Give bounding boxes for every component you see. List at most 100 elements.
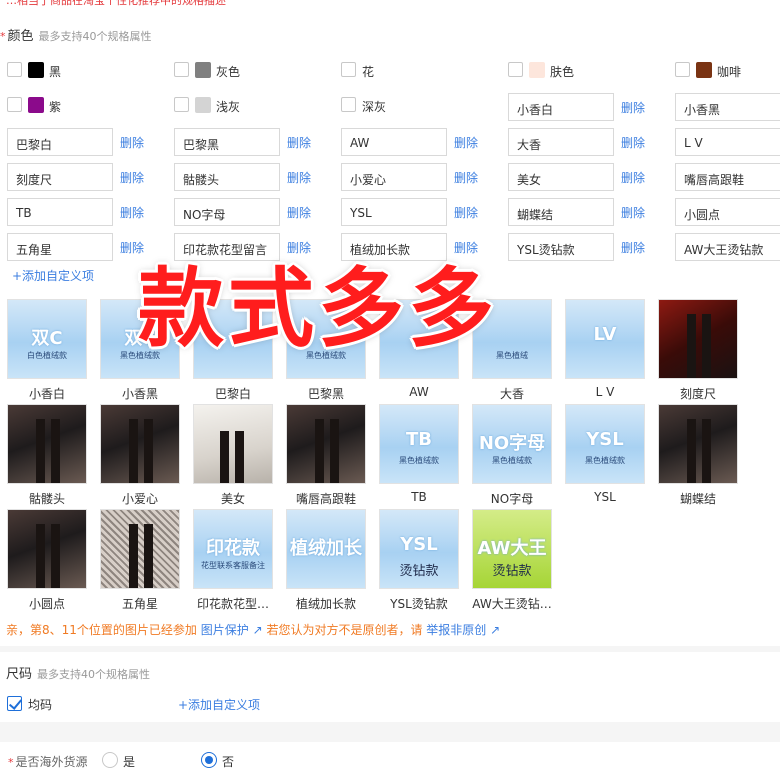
thumb-caption: AW	[409, 385, 429, 399]
delete-link[interactable]: 删除	[621, 204, 645, 221]
stocking-legs-graphic	[129, 524, 153, 588]
delete-link[interactable]: 删除	[621, 99, 645, 116]
custom-color-input[interactable]: TB	[7, 198, 113, 226]
delete-link[interactable]: 删除	[621, 134, 645, 151]
color-checkbox[interactable]	[675, 62, 690, 77]
size-section-title: 尺码 最多支持40个规格属性	[6, 663, 150, 682]
top-hint-text: …相当于商品在淘宝个性化推荐中的规格描述	[6, 0, 226, 7]
custom-color-input[interactable]: 刻度尺	[7, 163, 113, 191]
thumb-subtitle-text: 烫钻款	[399, 564, 439, 579]
color-swatch	[195, 62, 211, 78]
delete-link[interactable]: 删除	[287, 134, 311, 151]
color-image-thumb[interactable]	[7, 509, 87, 589]
thumb-caption: 巴黎黑	[307, 387, 344, 401]
custom-color-input[interactable]: YSL	[341, 198, 447, 226]
image-protection-link[interactable]: 图片保护 ↗	[201, 623, 263, 637]
custom-color-input[interactable]: 大香	[508, 128, 614, 156]
color-checkbox[interactable]	[7, 62, 22, 77]
thumb-title-text: AW大王	[477, 538, 547, 559]
delete-link[interactable]: 删除	[454, 239, 478, 256]
required-star: *	[0, 30, 6, 43]
color-checkbox[interactable]	[7, 97, 22, 112]
custom-color-input[interactable]: 美女	[508, 163, 614, 191]
color-label: 花	[362, 65, 375, 79]
size-section-name: 尺码	[6, 667, 33, 682]
delete-link[interactable]: 删除	[454, 169, 478, 186]
delete-link[interactable]: 删除	[621, 169, 645, 186]
delete-link[interactable]: 删除	[120, 134, 144, 151]
color-image-thumb[interactable]	[286, 404, 366, 484]
custom-color-input[interactable]: 嘴唇高跟鞋	[675, 163, 780, 191]
custom-color-input[interactable]: 小圆点	[675, 198, 780, 226]
color-image-thumb[interactable]	[658, 299, 738, 379]
custom-color-input[interactable]: 小香黑	[675, 93, 780, 121]
color-label: 咖啡	[717, 65, 742, 79]
color-image-thumb[interactable]: 双C 白色植绒款	[7, 299, 87, 379]
delete-link[interactable]: 删除	[120, 169, 144, 186]
color-checkbox[interactable]	[174, 62, 189, 77]
color-image-thumb[interactable]: NO字母 黑色植绒款	[472, 404, 552, 484]
color-image-thumb[interactable]: YSL 烫钻款	[379, 509, 459, 589]
color-checkbox[interactable]	[341, 97, 356, 112]
overseas-yes-label: 是	[123, 755, 136, 769]
custom-color-input[interactable]: 小香白	[508, 93, 614, 121]
color-image-thumb[interactable]: TB 黑色植绒款	[379, 404, 459, 484]
color-image-thumb[interactable]	[658, 404, 738, 484]
add-custom-color-link[interactable]: +添加自定义项	[12, 267, 94, 284]
custom-color-input[interactable]: 巴黎白	[7, 128, 113, 156]
thumb-caption: NO字母	[490, 492, 534, 506]
delete-link[interactable]: 删除	[120, 204, 144, 221]
thumb-caption: TB	[411, 490, 427, 504]
delete-link[interactable]: 删除	[454, 134, 478, 151]
overseas-no-radio[interactable]	[201, 752, 217, 768]
custom-color-input[interactable]: 蝴蝶结	[508, 198, 614, 226]
add-custom-size-link[interactable]: +添加自定义项	[178, 696, 260, 713]
color-image-thumb[interactable]: LV	[565, 299, 645, 379]
custom-color-input[interactable]: 印花款花型留言	[174, 233, 280, 261]
delete-link[interactable]: 删除	[287, 204, 311, 221]
custom-color-input[interactable]: 巴黎黑	[174, 128, 280, 156]
thumb-caption: 五角星	[121, 597, 158, 611]
custom-color-input[interactable]: YSL烫钻款	[508, 233, 614, 261]
overseas-source-label: * 是否海外货源	[8, 755, 88, 769]
delete-link[interactable]: 删除	[621, 239, 645, 256]
color-image-thumb[interactable]: YSL 黑色植绒款	[565, 404, 645, 484]
thumb-caption: L V	[595, 385, 615, 399]
thumb-caption: YSL	[594, 490, 616, 504]
color-image-thumb[interactable]	[100, 509, 180, 589]
color-image-thumb[interactable]: 印花款 花型联系客服备注	[193, 509, 273, 589]
delete-link[interactable]: 删除	[287, 169, 311, 186]
delete-link[interactable]: 删除	[287, 239, 311, 256]
color-image-thumb[interactable]	[193, 404, 273, 484]
color-image-thumb[interactable]: AW大王 烫钻款	[472, 509, 552, 589]
custom-color-input[interactable]: 骷髅头	[174, 163, 280, 191]
thumb-caption: 嘴唇高跟鞋	[295, 492, 356, 506]
color-label: 灰色	[216, 65, 241, 79]
color-checkbox[interactable]	[174, 97, 189, 112]
thumb-title-text: YSL	[586, 429, 624, 450]
custom-color-input[interactable]: L V	[675, 128, 780, 156]
delete-link[interactable]: 删除	[454, 204, 478, 221]
thumb-caption: 蝴蝶结	[679, 492, 716, 506]
report-non-original-link[interactable]: 举报非原创 ↗	[426, 623, 500, 637]
color-checkbox[interactable]	[508, 62, 523, 77]
overseas-yes-radio[interactable]	[102, 752, 118, 768]
custom-color-input[interactable]: NO字母	[174, 198, 280, 226]
size-one-size-checkbox[interactable]	[7, 696, 22, 711]
thumb-caption: 小香白	[28, 387, 65, 401]
thumb-caption: 小圆点	[28, 597, 65, 611]
custom-color-input[interactable]: 五角星	[7, 233, 113, 261]
color-image-thumb[interactable]: 植绒加长	[286, 509, 366, 589]
thumb-caption: YSL烫钻款	[390, 597, 448, 611]
color-image-thumb[interactable]	[7, 404, 87, 484]
custom-color-input[interactable]: AW	[341, 128, 447, 156]
color-swatch	[529, 62, 545, 78]
custom-color-input[interactable]: 小爱心	[341, 163, 447, 191]
color-image-thumb[interactable]	[100, 404, 180, 484]
custom-color-input[interactable]: AW大王烫钻款	[675, 233, 780, 261]
color-checkbox[interactable]	[341, 62, 356, 77]
overseas-no-label: 否	[222, 755, 235, 769]
custom-color-input[interactable]: 植绒加长款	[341, 233, 447, 261]
delete-link[interactable]: 删除	[120, 239, 144, 256]
size-section-hint: 最多支持40个规格属性	[37, 668, 151, 681]
